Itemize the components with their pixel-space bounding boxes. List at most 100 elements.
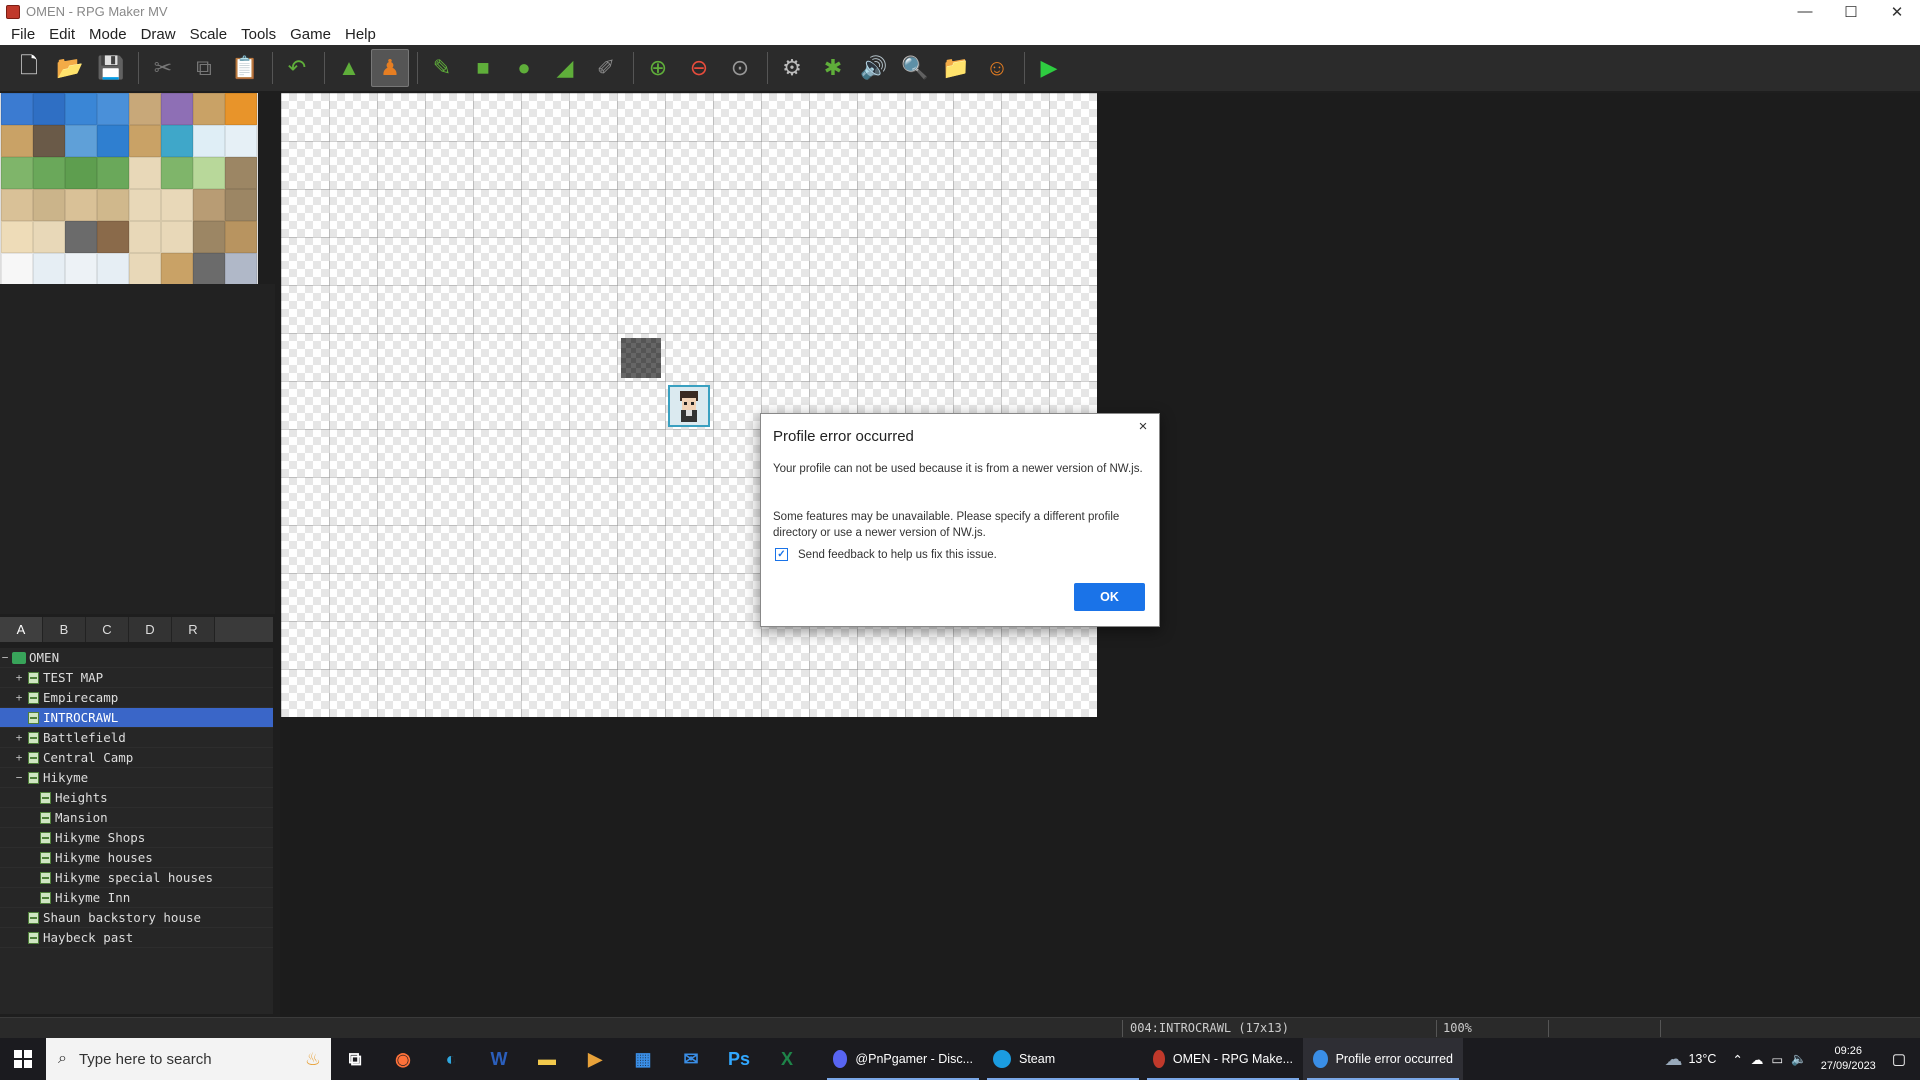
palette-tile[interactable] (97, 125, 129, 157)
menu-tools[interactable]: Tools (234, 26, 283, 43)
onedrive-icon[interactable]: ☁ (1751, 1052, 1764, 1067)
expand-icon[interactable]: + (14, 751, 24, 764)
map-mode-button[interactable]: ▲ (330, 49, 368, 87)
ellipse-button[interactable]: ● (505, 49, 543, 87)
collapse-icon[interactable]: − (14, 771, 24, 784)
palette-tile[interactable] (33, 125, 65, 157)
palette-tile[interactable] (65, 125, 97, 157)
close-button[interactable]: ✕ (1874, 0, 1920, 23)
palette-tile[interactable] (65, 157, 97, 189)
mail-button[interactable]: ✉ (667, 1038, 715, 1080)
feedback-checkbox-row[interactable]: ✓ Send feedback to help us fix this issu… (775, 548, 997, 561)
tree-item[interactable]: INTROCRAWL (0, 708, 273, 728)
palette-tile[interactable] (193, 221, 225, 253)
palette-tile[interactable] (97, 253, 129, 285)
feedback-checkbox[interactable]: ✓ (775, 548, 788, 561)
collapse-icon[interactable]: − (0, 651, 10, 664)
expand-icon[interactable]: + (14, 671, 24, 684)
player-character-sprite[interactable] (668, 385, 710, 427)
notification-icon[interactable]: ▢ (1892, 1050, 1906, 1068)
event-searcher-button[interactable]: 🔍 (896, 49, 934, 87)
menu-draw[interactable]: Draw (134, 26, 183, 43)
weather-temp[interactable]: 13°C (1688, 1052, 1716, 1066)
actual-size-button[interactable]: ⊙ (721, 49, 759, 87)
calculator-button[interactable]: ▦ (619, 1038, 667, 1080)
zoom-out-button[interactable]: ⊖ (680, 49, 718, 87)
palette-tile[interactable] (193, 93, 225, 125)
steam-task[interactable]: Steam (983, 1038, 1143, 1080)
dialog-close-button[interactable]: × (1135, 418, 1151, 435)
palette-tile[interactable] (33, 157, 65, 189)
menu-game[interactable]: Game (283, 26, 338, 43)
task-view-button[interactable]: ⧉ (331, 1038, 379, 1080)
palette-tile[interactable] (129, 157, 161, 189)
media-player-button[interactable]: ▶ (571, 1038, 619, 1080)
open-project-button[interactable]: 📂 (51, 49, 89, 87)
plugin-manager-button[interactable]: ✱ (814, 49, 852, 87)
palette-tile[interactable] (1, 93, 33, 125)
undo-button[interactable]: ↶ (278, 49, 316, 87)
tree-item[interactable]: + Central Camp (0, 748, 273, 768)
start-button[interactable] (0, 1038, 46, 1080)
cut-button[interactable]: ✂ (144, 49, 182, 87)
palette-tile[interactable] (97, 189, 129, 221)
tree-item[interactable]: Hikyme special houses (0, 868, 273, 888)
menu-help[interactable]: Help (338, 26, 383, 43)
menu-file[interactable]: File (4, 26, 42, 43)
palette-tile[interactable] (161, 221, 193, 253)
palette-tile[interactable] (193, 253, 225, 285)
copy-button[interactable]: ⧉ (185, 49, 223, 87)
tree-item[interactable]: Mansion (0, 808, 273, 828)
sound-test-button[interactable]: 🔊 (855, 49, 893, 87)
tree-item[interactable]: Haybeck past (0, 928, 273, 948)
weather-icon[interactable]: ☁ (1664, 1049, 1682, 1070)
shadow-pen-button[interactable]: ✐ (587, 49, 625, 87)
expand-icon[interactable]: + (14, 731, 24, 744)
palette-tile[interactable] (65, 221, 97, 253)
clock[interactable]: 09:26 27/09/2023 (1821, 1044, 1876, 1074)
palette-tile[interactable] (1, 189, 33, 221)
character-generator-button[interactable]: ☺ (978, 49, 1016, 87)
palette-tile[interactable] (1, 157, 33, 189)
photoshop-button[interactable]: Ps (715, 1038, 763, 1080)
palette-tile[interactable] (129, 253, 161, 285)
tree-root[interactable]: − OMEN (0, 648, 273, 668)
minimize-button[interactable]: — (1782, 0, 1828, 23)
palette-tile[interactable] (65, 93, 97, 125)
expand-icon[interactable]: + (14, 691, 24, 704)
palette-tile[interactable] (33, 189, 65, 221)
word-button[interactable]: W (475, 1038, 523, 1080)
rectangle-button[interactable]: ■ (464, 49, 502, 87)
tree-item[interactable]: + Empirecamp (0, 688, 273, 708)
palette-tile[interactable] (129, 189, 161, 221)
pencil-button[interactable]: ✎ (423, 49, 461, 87)
tree-item[interactable]: Hikyme Shops (0, 828, 273, 848)
new-project-button[interactable]: 🗋 (10, 49, 48, 87)
palette-tile[interactable] (225, 221, 257, 253)
tab-a[interactable]: A (0, 617, 43, 642)
palette-tile[interactable] (33, 93, 65, 125)
tree-item[interactable]: Shaun backstory house (0, 908, 273, 928)
tree-item[interactable]: − Hikyme (0, 768, 273, 788)
palette-tile[interactable] (97, 93, 129, 125)
palette-tile[interactable] (97, 157, 129, 189)
firefox-button[interactable]: ◉ (379, 1038, 427, 1080)
tree-item[interactable]: + Battlefield (0, 728, 273, 748)
event-mode-button[interactable]: ♟ (371, 49, 409, 87)
palette-tile[interactable] (193, 157, 225, 189)
palette-tile[interactable] (193, 189, 225, 221)
palette-tile[interactable] (161, 93, 193, 125)
palette-tile[interactable] (65, 253, 97, 285)
tree-item[interactable]: Hikyme houses (0, 848, 273, 868)
palette-tile[interactable] (1, 125, 33, 157)
map-event-tile[interactable] (621, 338, 661, 378)
chevron-up-icon[interactable]: ⌃ (1732, 1052, 1742, 1067)
palette-tile[interactable] (161, 253, 193, 285)
palette-tile[interactable] (161, 157, 193, 189)
tree-item[interactable]: Hikyme Inn (0, 888, 273, 908)
tab-r[interactable]: R (172, 617, 215, 642)
profile-error-task[interactable]: Profile error occurred (1303, 1038, 1463, 1080)
menu-edit[interactable]: Edit (42, 26, 82, 43)
palette-tile[interactable] (129, 93, 161, 125)
volume-icon[interactable]: 🔈 (1791, 1052, 1807, 1067)
